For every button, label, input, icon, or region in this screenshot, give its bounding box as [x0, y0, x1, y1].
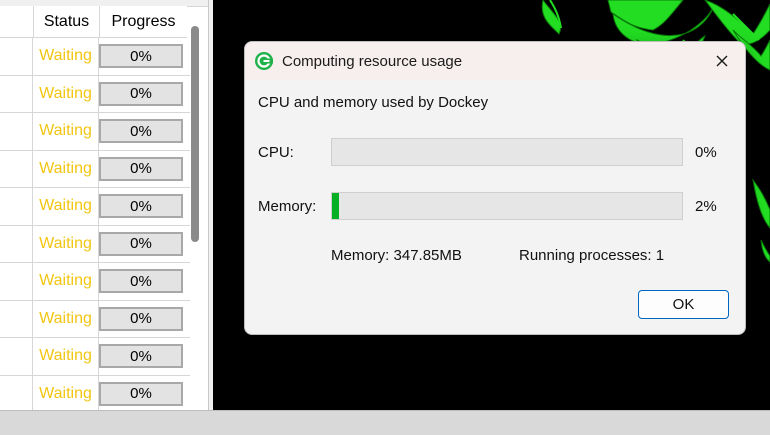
ok-button[interactable]: OK [638, 290, 729, 319]
table-row[interactable]: Waiting 0% [0, 338, 190, 376]
memory-amount: Memory: 347.85MB [331, 247, 462, 264]
table-row[interactable]: Waiting 0% [0, 263, 190, 301]
table-row[interactable]: Waiting 0% [0, 38, 190, 76]
running-processes: Running processes: 1 [519, 247, 665, 264]
status-cell: Waiting [33, 188, 99, 225]
row-progress-bar: 0% [99, 119, 183, 143]
row-progress-bar: 0% [99, 44, 183, 68]
row-name-cell[interactable] [0, 263, 33, 300]
memory-progress-fill [332, 193, 339, 219]
row-name-cell[interactable] [0, 75, 33, 112]
table-row[interactable]: Waiting 0% [0, 75, 190, 113]
cpu-label: CPU: [258, 144, 294, 161]
memory-progress-bar [331, 192, 683, 220]
row-progress-bar: 0% [99, 381, 183, 406]
table-row[interactable]: Waiting 0% [0, 113, 190, 151]
status-cell: Waiting [33, 263, 99, 300]
column-header-progress[interactable]: Progress [99, 6, 187, 38]
status-cell: Waiting [33, 38, 99, 75]
dialog-caption: CPU and memory used by Dockey [258, 94, 489, 111]
table-row[interactable]: Waiting 0% [0, 300, 190, 338]
table-row[interactable]: Waiting 0% [0, 225, 190, 263]
status-cell: Waiting [33, 113, 99, 150]
row-progress-bar: 0% [99, 231, 183, 256]
memory-percent: 2% [695, 198, 717, 215]
vertical-scrollbar[interactable] [191, 26, 199, 242]
status-cell: Waiting [33, 338, 99, 375]
row-name-cell[interactable] [0, 188, 33, 225]
table-row[interactable]: Waiting 0% [0, 188, 190, 226]
dockey-logo-icon [255, 52, 273, 70]
row-name-cell[interactable] [0, 38, 33, 75]
status-cell: Waiting [33, 150, 99, 187]
table-rows: Waiting 0% Waiting 0% Waiting 0% Waiting 0% Wait… [0, 38, 190, 410]
row-progress-bar: 0% [99, 344, 183, 368]
row-progress-bar: 0% [99, 156, 183, 181]
column-header-blank[interactable] [0, 6, 33, 38]
row-progress-bar: 0% [99, 81, 183, 106]
dialog-title: Computing resource usage [282, 52, 463, 70]
row-progress-bar: 0% [99, 306, 183, 331]
row-name-cell[interactable] [0, 113, 33, 150]
row-progress-bar: 0% [99, 269, 183, 293]
row-name-cell[interactable] [0, 375, 33, 410]
dialog-titlebar[interactable]: Computing resource usage [245, 42, 745, 80]
row-progress-bar: 0% [99, 194, 183, 218]
status-cell: Waiting [33, 300, 99, 337]
status-bar [0, 410, 770, 435]
table-row[interactable]: Waiting 0% [0, 150, 190, 188]
cpu-percent: 0% [695, 144, 717, 161]
close-icon [716, 55, 728, 67]
column-header-status[interactable]: Status [33, 6, 99, 38]
status-cell: Waiting [33, 225, 99, 262]
row-name-cell[interactable] [0, 338, 33, 375]
row-name-cell[interactable] [0, 150, 33, 187]
task-table: Status Progress Waiting 0% Waiting 0% Waitin… [0, 0, 209, 410]
status-cell: Waiting [33, 75, 99, 112]
memory-label: Memory: [258, 198, 317, 215]
close-button[interactable] [699, 42, 745, 80]
row-name-cell[interactable] [0, 225, 33, 262]
table-row[interactable]: Waiting 0% [0, 375, 190, 410]
status-cell: Waiting [33, 375, 99, 410]
cpu-progress-bar [331, 138, 683, 166]
resource-usage-dialog: Computing resource usage CPU and memory … [244, 41, 746, 335]
row-name-cell[interactable] [0, 300, 33, 337]
